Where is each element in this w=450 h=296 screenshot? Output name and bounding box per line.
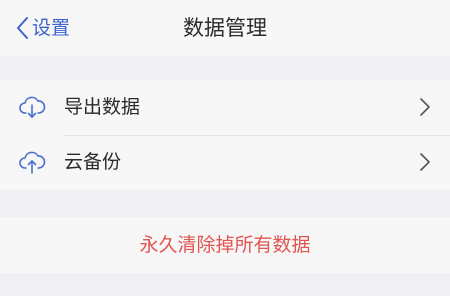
danger-group: 永久清除掉所有数据 [0,217,450,273]
cloud-download-icon [18,95,46,119]
export-data-label: 导出数据 [64,96,141,118]
clear-all-data-button[interactable]: 永久清除掉所有数据 [0,217,450,273]
cloud-backup-label: 云备份 [64,151,122,173]
chevron-right-icon [420,98,430,116]
page-title: 数据管理 [183,16,267,40]
cloud-upload-icon [18,150,46,174]
chevron-right-icon [420,153,430,171]
navigation-bar: 设置 数据管理 [0,0,450,56]
export-data-row[interactable]: 导出数据 [0,80,450,136]
menu-group: 导出数据 云备份 [0,80,450,190]
cloud-backup-row[interactable]: 云备份 [0,135,450,190]
